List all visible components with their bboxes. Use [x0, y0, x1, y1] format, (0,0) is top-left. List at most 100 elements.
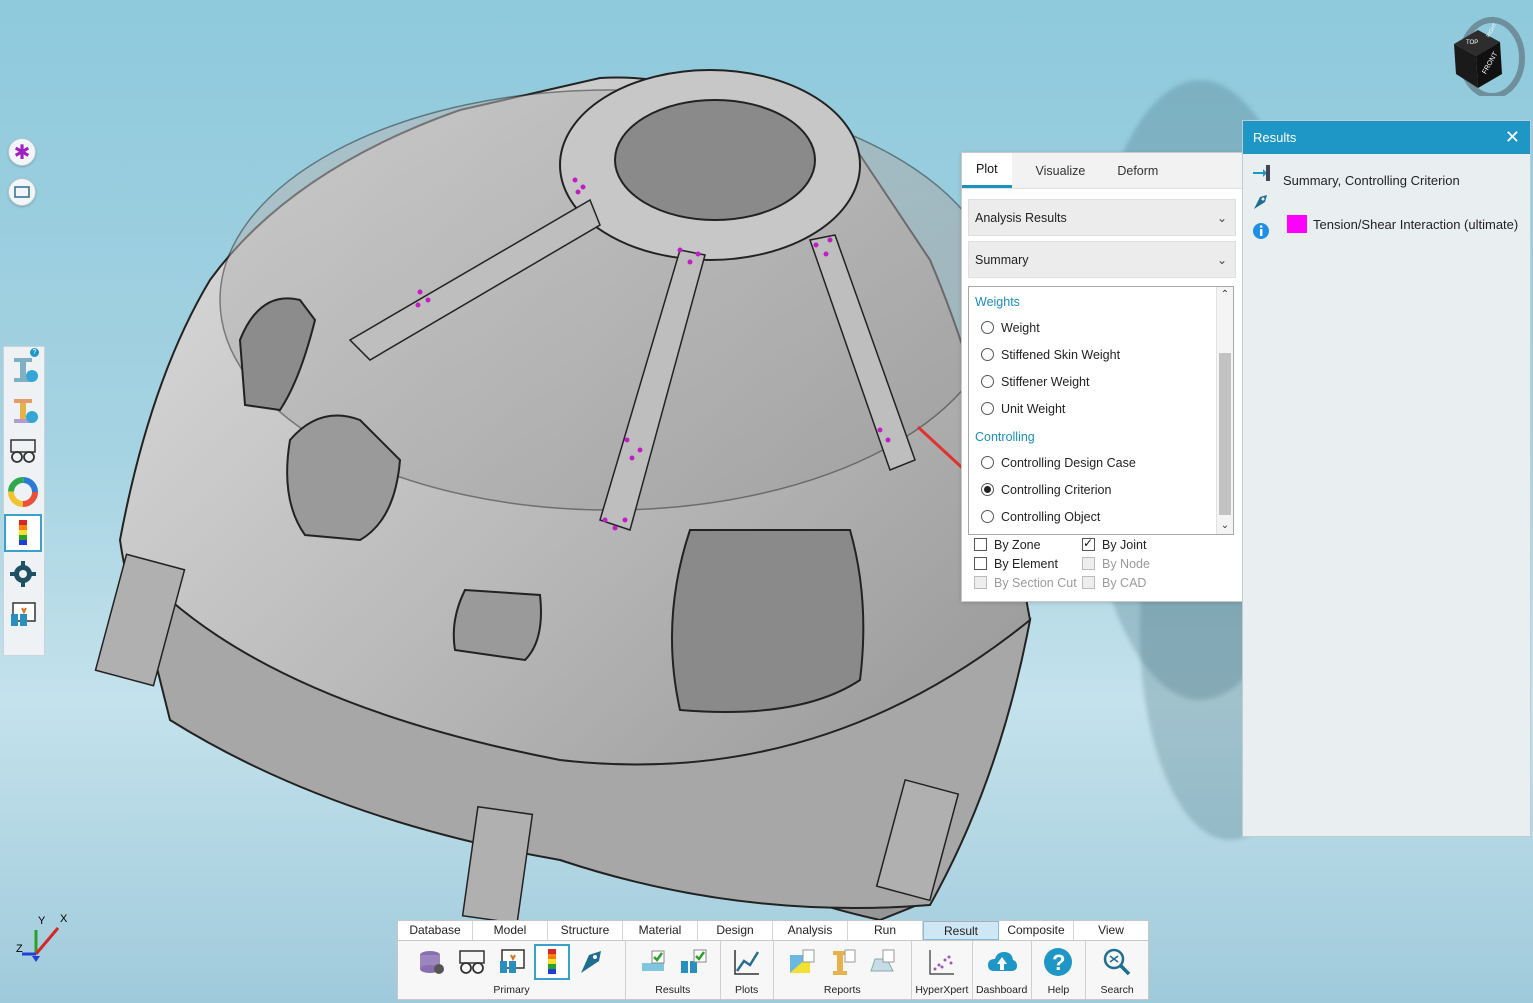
radio-button-selected[interactable] [981, 483, 994, 496]
contour-legend-icon[interactable] [533, 944, 570, 980]
checkbox-by-element[interactable]: By Element [974, 557, 1082, 571]
tool-beam-check[interactable] [4, 391, 42, 429]
results-legend-item: Tension/Shear Interaction (ultimate) [1287, 215, 1518, 233]
results-panel-title: Results [1253, 130, 1297, 145]
axis-z-label: Z [16, 943, 23, 955]
radio-button[interactable] [981, 321, 994, 334]
radio-label: Controlling Criterion [1001, 482, 1112, 497]
glasses-icon [10, 439, 36, 463]
gear-icon [10, 561, 36, 587]
beam-report-icon[interactable] [824, 944, 860, 980]
radio-button[interactable] [981, 348, 994, 361]
list-scrollbar[interactable]: ⌃ ⌄ [1216, 287, 1233, 534]
radio-button[interactable] [981, 375, 994, 388]
legend-swatch [1287, 215, 1307, 233]
chevron-down-icon[interactable]: ⌄ [1217, 518, 1233, 534]
radio-stiffened-skin-weight[interactable]: Stiffened Skin Weight [969, 341, 1217, 368]
group-header-weights: Weights [975, 295, 1020, 309]
screen-results-icon[interactable] [494, 944, 530, 980]
plot-panel-tabs: Plot Visualize Deform [962, 153, 1242, 189]
summary-arrow-icon[interactable] [1249, 163, 1273, 187]
checkbox-label: By Joint [1102, 537, 1147, 552]
plot-panel: Plot Visualize Deform Analysis Results ⌄… [961, 152, 1243, 602]
ribbon-tab-view: View [1098, 923, 1124, 937]
scatter-plot-icon[interactable] [924, 944, 960, 980]
ribbon-group-label: Reports [823, 984, 861, 996]
radio-label: Weight [1001, 320, 1040, 335]
summary-dropdown[interactable]: Summary ⌄ [968, 241, 1236, 278]
checkbox-label: By Node [1102, 556, 1150, 571]
results-check-icon[interactable] [635, 944, 671, 980]
checkbox-by-joint[interactable]: By Joint [1082, 536, 1190, 552]
analysis-results-dropdown[interactable]: Analysis Results ⌄ [968, 199, 1236, 236]
tool-contour-legend[interactable] [4, 514, 42, 552]
tab-plot[interactable]: Plot [962, 153, 1012, 188]
help-icon[interactable]: ? [1040, 944, 1076, 980]
part-report-icon[interactable] [864, 944, 900, 980]
radio-controlling-criterion[interactable]: Controlling Criterion [969, 476, 1217, 503]
tab-deform[interactable]: Deform [1099, 153, 1172, 188]
tool-glasses[interactable] [4, 432, 42, 470]
radio-button[interactable] [981, 402, 994, 415]
checkbox[interactable] [974, 538, 987, 551]
window-select-button[interactable] [8, 178, 36, 206]
checkbox-by-node: By Node [1082, 557, 1190, 571]
chevron-down-icon: ⌄ [1216, 252, 1227, 267]
ribbon-tab-structure[interactable]: Structure [548, 921, 623, 940]
close-icon[interactable]: ✕ [1505, 127, 1520, 148]
ribbon-group-label: Results [655, 984, 691, 996]
ribbon-tab-material[interactable]: Material [623, 921, 698, 940]
cloud-upload-icon[interactable] [984, 944, 1020, 980]
results-panel-header: Results ✕ [1243, 121, 1530, 154]
glasses-icon[interactable] [454, 944, 490, 980]
view-cube[interactable]: FRONT TOP RIGHT [1448, 14, 1526, 96]
pen-icon[interactable] [1249, 192, 1273, 216]
ribbon-tab-analysis[interactable]: Analysis [773, 921, 848, 940]
ribbon-tab-database[interactable]: Database [398, 921, 473, 940]
ribbon-tab-result[interactable]: Result [923, 921, 999, 940]
scrollbar-thumb[interactable] [1219, 353, 1231, 515]
select-all-button[interactable]: ✱ [8, 138, 36, 166]
tool-color-wheel[interactable] [4, 473, 42, 511]
radio-stiffener-weight[interactable]: Stiffener Weight [969, 368, 1217, 395]
info-icon[interactable] [1249, 221, 1273, 245]
checkbox-by-zone[interactable]: By Zone [974, 538, 1082, 552]
ribbon-group-search: Search [1086, 941, 1148, 999]
ribbon-tab-model[interactable]: Model [473, 921, 548, 940]
ribbon-group-label: Dashboard [975, 984, 1028, 996]
radio-label: Stiffened Skin Weight [1001, 347, 1121, 362]
beam-play-icon [14, 358, 38, 382]
tool-screen-results[interactable] [4, 596, 42, 634]
ribbon-group-label: Search [1100, 984, 1134, 996]
radio-unit-weight[interactable]: Unit Weight [969, 395, 1217, 422]
search-icon[interactable] [1099, 944, 1135, 980]
ribbon-group-reports: Reports [774, 941, 913, 999]
radio-weight[interactable]: Weight [969, 314, 1217, 341]
contour-report-icon[interactable] [784, 944, 820, 980]
ribbon-tab-composite[interactable]: Composite [999, 921, 1074, 940]
checkbox-label: By Element [994, 556, 1058, 571]
chevron-down-icon: ⌄ [1216, 210, 1227, 225]
ribbon-tab-design[interactable]: Design [698, 921, 773, 940]
results-screen-check-icon[interactable] [675, 944, 711, 980]
chevron-up-icon[interactable]: ⌃ [1217, 287, 1233, 303]
help-badge[interactable]: ? [30, 348, 39, 357]
viewcube-top-label: TOP [1466, 40, 1478, 46]
ribbon-group-label: Primary [493, 984, 530, 996]
ribbon-group-label: Plots [734, 984, 759, 996]
line-chart-icon[interactable] [729, 944, 765, 980]
radio-controlling-design-case[interactable]: Controlling Design Case [969, 449, 1217, 476]
pen-icon[interactable] [574, 944, 610, 980]
tab-visualize[interactable]: Visualize [1012, 153, 1100, 188]
database-settings-icon[interactable] [414, 944, 450, 980]
tool-settings[interactable] [4, 555, 42, 593]
checkbox-label: By Zone [994, 537, 1041, 552]
ribbon-tab-run[interactable]: Run [848, 921, 923, 940]
radio-button[interactable] [981, 456, 994, 469]
analysis-results-dropdown-value: Analysis Results [975, 210, 1067, 225]
cutout-4 [452, 588, 542, 662]
radio-controlling-object[interactable]: Controlling Object [969, 503, 1217, 530]
checkbox-checked[interactable] [1082, 536, 1095, 551]
checkbox[interactable] [974, 557, 987, 570]
radio-button[interactable] [981, 510, 994, 523]
